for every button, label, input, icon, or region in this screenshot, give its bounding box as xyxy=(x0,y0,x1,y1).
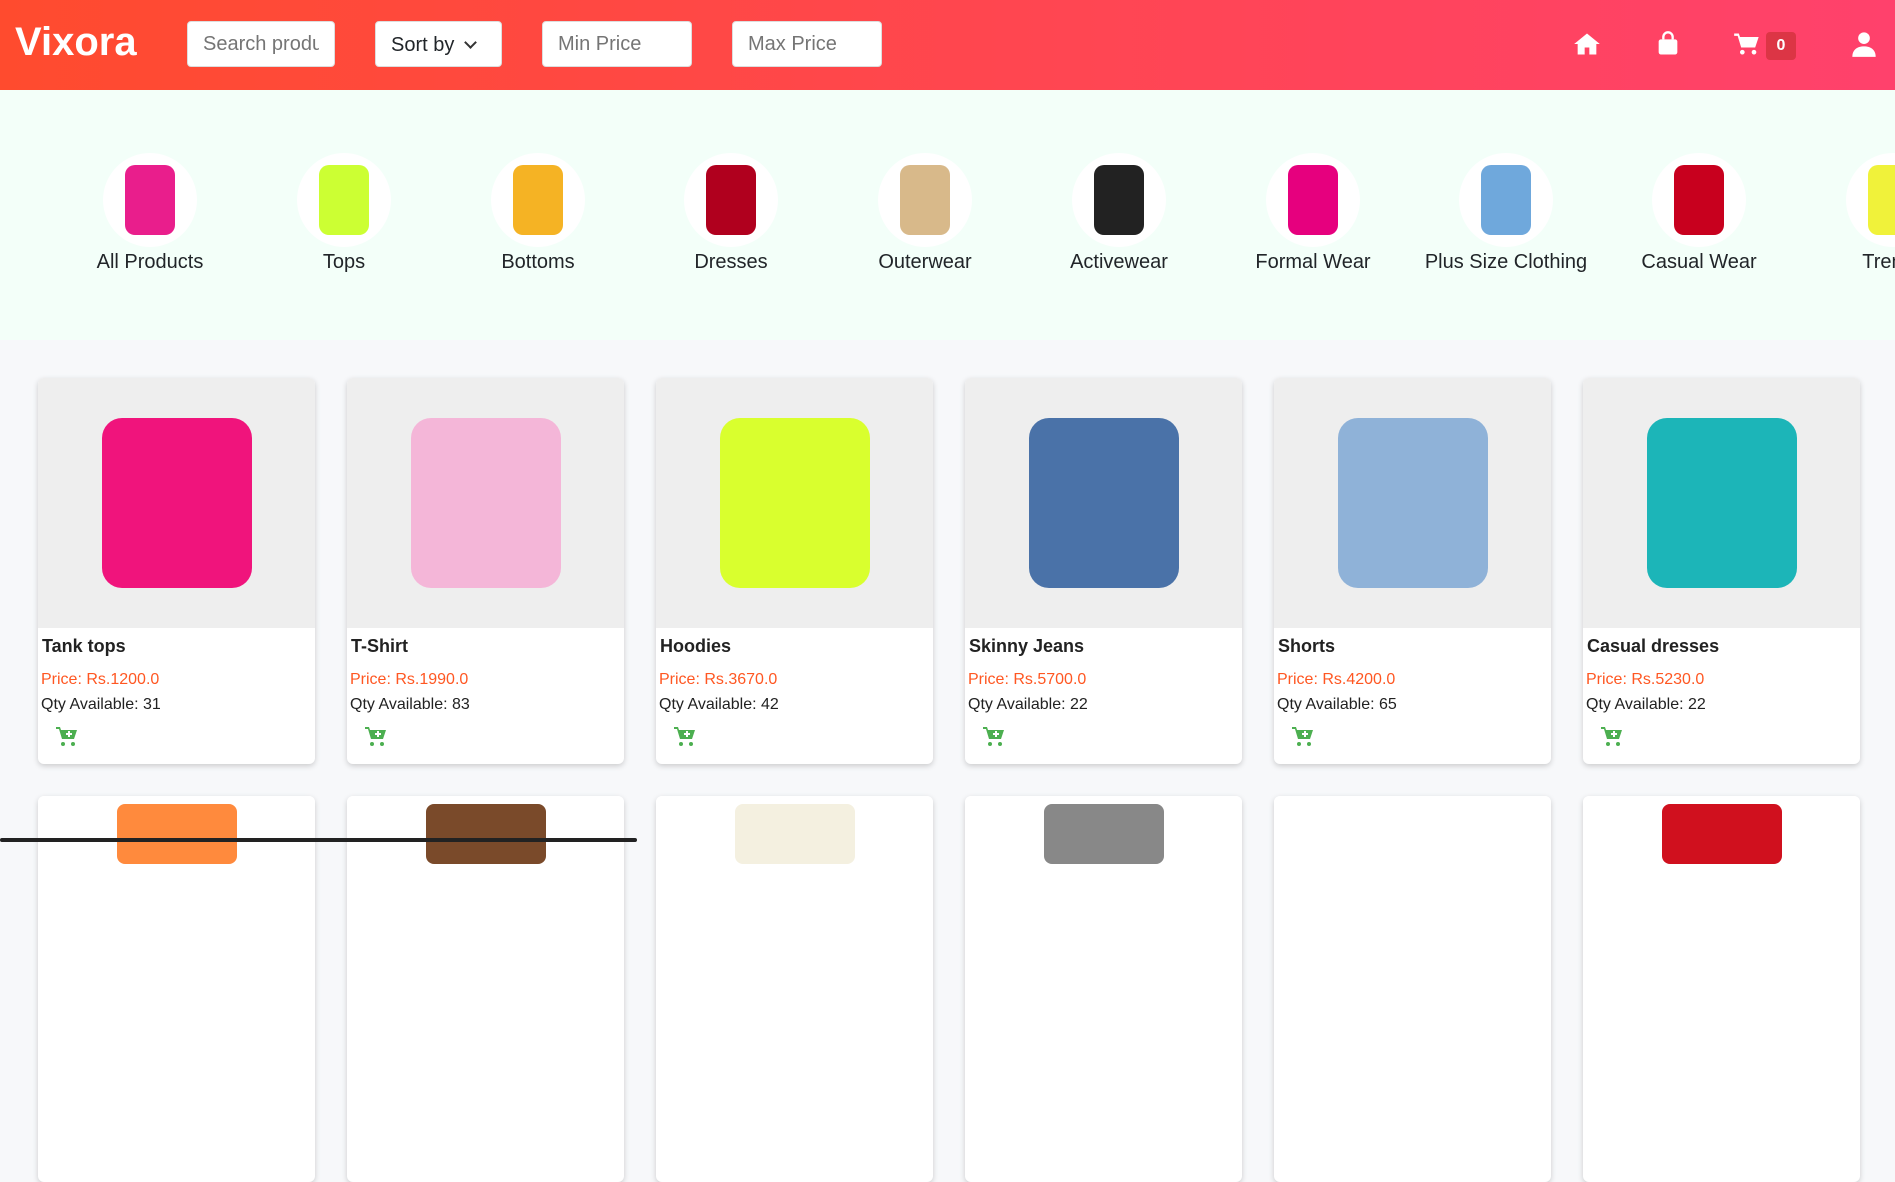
product-image[interactable] xyxy=(656,378,933,628)
category-label: Formal Wear xyxy=(1255,251,1371,273)
product-card[interactable]: T-Shirt Price: Rs.1990.0 Qty Available: … xyxy=(347,378,624,764)
category-image xyxy=(878,153,972,247)
category-item[interactable]: Activewear xyxy=(1019,153,1219,274)
product-card[interactable]: Tank tops Price: Rs.1200.0 Qty Available… xyxy=(38,378,315,764)
chevron-down-icon xyxy=(464,36,478,49)
product-card[interactable] xyxy=(38,796,315,1182)
category-item[interactable]: Casual Wear xyxy=(1599,153,1799,274)
product-card[interactable] xyxy=(965,796,1242,1182)
product-image[interactable] xyxy=(965,796,1242,1046)
category-image xyxy=(1459,153,1553,247)
category-image xyxy=(297,153,391,247)
add-to-cart-icon[interactable] xyxy=(1600,724,1624,748)
product-card[interactable]: Hoodies Price: Rs.3670.0 Qty Available: … xyxy=(656,378,933,764)
product-qty: Qty Available: 22 xyxy=(1586,696,1706,713)
sort-dropdown[interactable]: Sort by xyxy=(375,21,502,67)
category-label: Dresses xyxy=(694,251,768,273)
horizontal-scrollbar[interactable] xyxy=(0,838,637,842)
product-qty: Qty Available: 22 xyxy=(968,696,1088,713)
category-item[interactable]: Bottoms xyxy=(438,153,638,274)
product-image[interactable] xyxy=(347,796,624,1046)
product-price: Price: Rs.3670.0 xyxy=(659,671,778,688)
category-label: All Products xyxy=(96,251,204,273)
max-price-input[interactable] xyxy=(732,21,882,67)
product-price: Price: Rs.5700.0 xyxy=(968,671,1087,688)
product-name: T-Shirt xyxy=(351,636,408,656)
add-to-cart-icon[interactable] xyxy=(982,724,1006,748)
category-item[interactable]: Plus Size Clothing xyxy=(1406,153,1606,274)
sort-label: Sort by xyxy=(391,34,455,56)
product-price: Price: Rs.1990.0 xyxy=(350,671,469,688)
top-navbar: Vixora Sort by 0 xyxy=(0,0,1895,90)
shopping-bag-icon[interactable] xyxy=(1654,30,1682,58)
product-qty: Qty Available: 42 xyxy=(659,696,779,713)
product-card[interactable]: Casual dresses Price: Rs.5230.0 Qty Avai… xyxy=(1583,378,1860,764)
product-price: Price: Rs.5230.0 xyxy=(1586,671,1705,688)
search-input[interactable] xyxy=(187,21,335,67)
category-item[interactable]: Outerwear xyxy=(825,153,1025,274)
category-image xyxy=(1652,153,1746,247)
product-image[interactable] xyxy=(347,378,624,628)
product-image[interactable] xyxy=(38,796,315,1046)
add-to-cart-icon[interactable] xyxy=(1291,724,1315,748)
product-qty: Qty Available: 83 xyxy=(350,696,470,713)
product-name: Hoodies xyxy=(660,636,732,656)
product-card[interactable]: Skinny Jeans Price: Rs.5700.0 Qty Availa… xyxy=(965,378,1242,764)
product-image[interactable] xyxy=(965,378,1242,628)
cart-count-badge: 0 xyxy=(1766,32,1796,60)
product-name: Tank tops xyxy=(42,636,126,656)
product-name: Casual dresses xyxy=(1587,636,1720,656)
category-label: Outerwear xyxy=(878,251,972,273)
product-card[interactable] xyxy=(1274,796,1551,1182)
brand-logo[interactable]: Vixora xyxy=(15,20,137,65)
min-price-input[interactable] xyxy=(542,21,692,67)
category-bar: All Products Tops Bottoms Dresses Outerwear A… xyxy=(0,90,1895,340)
product-name: Skinny Jeans xyxy=(969,636,1085,656)
category-label: Activewear xyxy=(1070,251,1168,273)
product-card[interactable] xyxy=(347,796,624,1182)
product-image[interactable] xyxy=(1583,796,1860,1046)
category-image xyxy=(1846,153,1895,247)
add-to-cart-icon[interactable] xyxy=(55,724,79,748)
category-label: Tops xyxy=(322,251,366,273)
product-name: Shorts xyxy=(1278,636,1336,656)
product-price: Price: Rs.4200.0 xyxy=(1277,671,1396,688)
product-image[interactable] xyxy=(1583,378,1860,628)
category-item[interactable]: Dresses xyxy=(631,153,831,274)
category-image xyxy=(1072,153,1166,247)
product-price: Price: Rs.1200.0 xyxy=(41,671,160,688)
cart-icon[interactable] xyxy=(1733,30,1761,58)
category-item[interactable]: Tops xyxy=(244,153,444,274)
category-image xyxy=(103,153,197,247)
product-card[interactable]: Shorts Price: Rs.4200.0 Qty Available: 6… xyxy=(1274,378,1551,764)
home-icon[interactable] xyxy=(1573,30,1601,58)
category-image xyxy=(684,153,778,247)
product-image[interactable] xyxy=(656,796,933,1046)
product-qty: Qty Available: 65 xyxy=(1277,696,1397,713)
product-card[interactable] xyxy=(656,796,933,1182)
user-icon[interactable] xyxy=(1850,30,1878,58)
category-item[interactable]: All Products xyxy=(50,153,250,274)
category-label: Casual Wear xyxy=(1641,251,1757,273)
product-image[interactable] xyxy=(1274,796,1551,1046)
product-image[interactable] xyxy=(38,378,315,628)
category-label: Bottoms xyxy=(501,251,575,273)
add-to-cart-icon[interactable] xyxy=(364,724,388,748)
category-item[interactable]: Trendy xyxy=(1793,153,1895,274)
product-qty: Qty Available: 31 xyxy=(41,696,161,713)
category-label: Trendy xyxy=(1862,251,1895,273)
product-card[interactable] xyxy=(1583,796,1860,1182)
category-image xyxy=(1266,153,1360,247)
add-to-cart-icon[interactable] xyxy=(673,724,697,748)
category-image xyxy=(491,153,585,247)
category-item[interactable]: Formal Wear xyxy=(1213,153,1413,274)
category-label: Plus Size Clothing xyxy=(1424,251,1588,273)
product-image[interactable] xyxy=(1274,378,1551,628)
